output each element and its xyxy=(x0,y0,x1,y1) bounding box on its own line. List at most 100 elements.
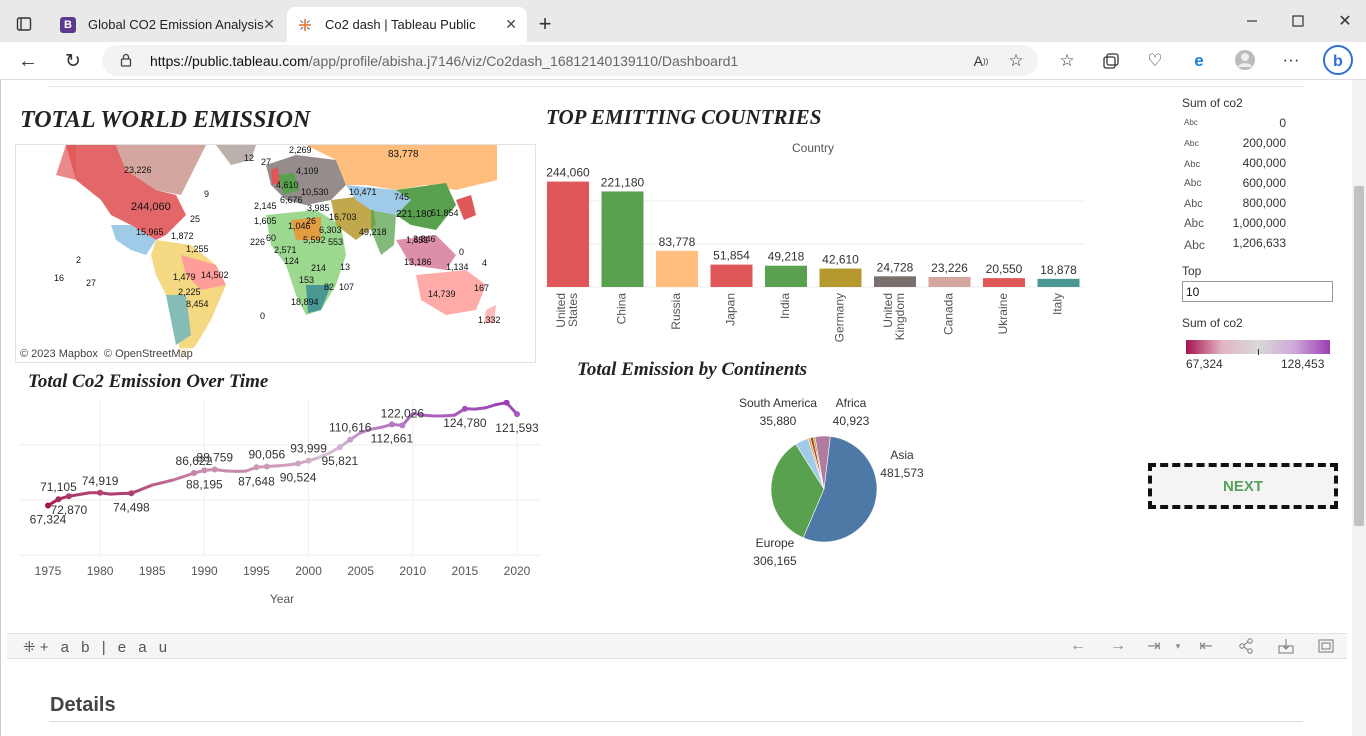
refresh-icon[interactable]: ↻ xyxy=(61,49,85,73)
line-point[interactable] xyxy=(201,467,208,474)
line-point[interactable] xyxy=(97,489,104,496)
fullscreen-icon[interactable] xyxy=(1315,636,1337,656)
share-icon[interactable] xyxy=(1235,636,1257,656)
line-point[interactable] xyxy=(253,464,260,471)
map-label: 6,676 xyxy=(280,195,303,205)
details-heading: Details xyxy=(50,694,116,716)
line-point[interactable] xyxy=(55,496,62,503)
line-point[interactable] xyxy=(211,466,218,473)
line-point[interactable] xyxy=(388,421,395,428)
size-legend-row[interactable]: Abc 600,000 xyxy=(1184,174,1304,194)
close-tab-icon[interactable]: ✕ xyxy=(263,16,275,33)
line-segment[interactable] xyxy=(161,478,175,485)
size-legend-value: 400,000 xyxy=(1242,156,1286,170)
size-legend-row[interactable]: Abc 1,206,633 xyxy=(1184,234,1304,254)
next-button[interactable]: NEXT xyxy=(1148,463,1338,509)
bar[interactable] xyxy=(601,191,644,287)
health-icon[interactable]: ♡ xyxy=(1144,50,1166,72)
size-legend-row[interactable]: Abc 400,000 xyxy=(1184,154,1304,174)
line-point[interactable] xyxy=(336,444,343,451)
more-menu-icon[interactable]: ··· xyxy=(1280,49,1302,71)
add-favorite-icon[interactable]: ☆ xyxy=(1005,50,1027,72)
replay-dropdown-icon[interactable]: ▾ xyxy=(1167,636,1189,656)
japan-region xyxy=(456,195,476,220)
line-point[interactable] xyxy=(514,411,520,418)
tableau-logo[interactable]: ⁜ + a b | e a u xyxy=(23,638,171,656)
window-close-icon[interactable]: ✕ xyxy=(1333,10,1357,32)
replay-icon[interactable]: ⇥ xyxy=(1143,636,1165,656)
line-point[interactable] xyxy=(461,405,468,412)
emission-over-time-line-chart[interactable]: 67,32471,10572,87074,91974,49886,62288,1… xyxy=(15,400,545,610)
map-attribution[interactable]: © 2023 Mapbox © OpenStreetMap xyxy=(20,348,193,360)
line-segment[interactable] xyxy=(109,491,123,496)
bar[interactable] xyxy=(547,181,589,287)
line-segment[interactable] xyxy=(421,413,436,418)
line-segment[interactable] xyxy=(473,406,488,411)
redo-icon[interactable]: → xyxy=(1107,636,1129,656)
size-legend-row[interactable]: Abc 200,000 xyxy=(1184,134,1304,154)
top-filter-label: Top xyxy=(1182,264,1202,278)
edge-extension-icon[interactable]: e xyxy=(1188,50,1210,72)
line-point[interactable] xyxy=(190,470,197,477)
line-point[interactable] xyxy=(305,457,312,464)
pie-label: Africa xyxy=(836,396,867,410)
line-segment[interactable] xyxy=(171,475,185,482)
line-point[interactable] xyxy=(347,436,354,443)
close-tab-icon[interactable]: ✕ xyxy=(505,16,517,33)
url-field[interactable]: https://public.tableau.com/app/profile/a… xyxy=(102,45,1038,76)
line-point-label: 112,661 xyxy=(371,431,414,445)
maximize-icon[interactable] xyxy=(1286,10,1310,32)
continents-pie-chart[interactable]: Asia 481,573 Europe 306,165 South America 35,… xyxy=(701,380,971,590)
line-segment[interactable] xyxy=(275,463,290,468)
tab-global-co2[interactable]: B Global CO2 Emission Analysis ✕ xyxy=(50,7,285,42)
back-icon[interactable]: ← xyxy=(16,49,40,73)
profile-avatar-icon[interactable] xyxy=(1234,49,1256,71)
map-title: TOTAL WORLD EMISSION xyxy=(20,107,311,133)
download-icon[interactable] xyxy=(1275,636,1297,656)
bar[interactable] xyxy=(765,265,807,287)
tableau-toolbar: ⁜ + a b | e a u ← → ⇥ ▾ ⇤ xyxy=(7,633,1347,659)
line-segment[interactable] xyxy=(150,481,165,487)
read-aloud-icon[interactable]: A)) xyxy=(970,50,992,72)
bar[interactable] xyxy=(710,264,753,287)
revert-icon[interactable]: ⇤ xyxy=(1195,636,1217,656)
top-countries-bar-chart[interactable]: Country 244,060 UnitedStates 221,180 China 8… xyxy=(541,135,1091,350)
bar-category-label: Japan xyxy=(724,293,738,326)
line-point[interactable] xyxy=(399,422,406,429)
map-label: 60 xyxy=(266,233,276,243)
bing-chat-icon[interactable]: b xyxy=(1322,44,1354,76)
undo-icon[interactable]: ← xyxy=(1067,636,1089,656)
scrollbar-thumb[interactable] xyxy=(1354,186,1364,526)
line-point[interactable] xyxy=(263,463,270,470)
line-point[interactable] xyxy=(295,460,302,467)
favorites-icon[interactable]: ☆ xyxy=(1056,50,1078,72)
line-segment[interactable] xyxy=(77,491,92,496)
map-label: 244,060 xyxy=(131,201,171,213)
page-scrollbar[interactable] xyxy=(1352,80,1366,736)
bar[interactable] xyxy=(983,278,1025,287)
size-legend-row[interactable]: Abc 1,000,000 xyxy=(1184,214,1304,234)
line-point[interactable] xyxy=(128,490,135,497)
size-legend-row[interactable]: Abc 0 xyxy=(1184,114,1304,134)
bar[interactable] xyxy=(874,276,916,287)
line-point-label: 121,593 xyxy=(495,421,539,435)
tab-co2-dash[interactable]: Co2 dash | Tableau Public ✕ xyxy=(287,7,527,42)
line-segment[interactable] xyxy=(484,403,498,410)
line-segment[interactable] xyxy=(140,483,154,491)
new-tab-icon[interactable]: + xyxy=(533,11,557,36)
map-label: 23,226 xyxy=(124,165,152,175)
size-legend-row[interactable]: Abc 800,000 xyxy=(1184,194,1304,214)
world-emission-map[interactable]: 83,778 23,226 244,060 221,180 49,218 15,… xyxy=(15,144,536,363)
line-segment[interactable] xyxy=(369,425,384,431)
top-n-input[interactable] xyxy=(1182,281,1333,302)
tab-actions-icon[interactable] xyxy=(12,12,36,36)
tableau-logo-icon: ⁜ xyxy=(23,639,40,656)
bar[interactable] xyxy=(819,268,862,287)
bar[interactable] xyxy=(928,276,971,287)
collections-icon[interactable] xyxy=(1100,50,1122,72)
map-label: 25 xyxy=(190,214,200,224)
bar[interactable] xyxy=(656,250,698,287)
minimize-icon[interactable] xyxy=(1240,10,1264,32)
bar[interactable] xyxy=(1037,278,1080,287)
map-label: 553 xyxy=(328,237,343,247)
